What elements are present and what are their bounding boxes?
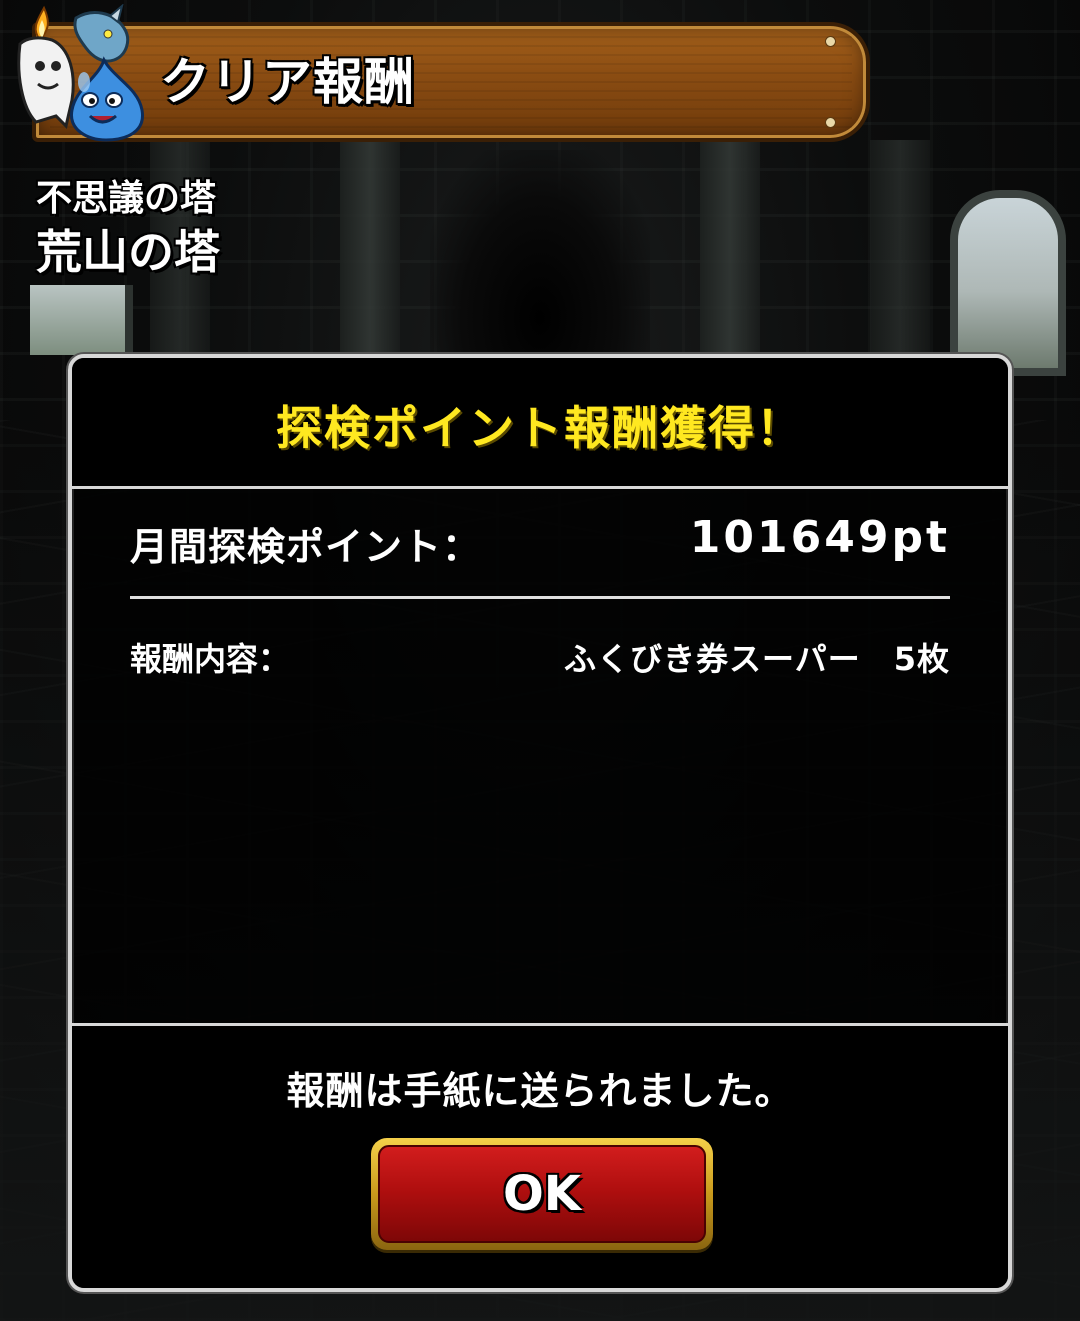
arched-window: [950, 190, 1066, 376]
dialog-title: 探検ポイント報酬獲得！: [276, 401, 804, 455]
wooden-plank: [32, 22, 870, 142]
reward-label: 報酬内容：: [130, 640, 291, 678]
dialog-footer: 報酬は手紙に送られました。 OK: [72, 1023, 1008, 1288]
slime-icon: [70, 56, 144, 142]
points-label: 月間探検ポイント：: [130, 525, 482, 569]
reward-dialog: 探検ポイント報酬獲得！ 月間探検ポイント： 101649pt 報酬内容： ふくび…: [68, 354, 1012, 1292]
stone-pillar: [700, 140, 760, 370]
reward-row: 報酬内容： ふくびき券スーパー 5枚: [130, 634, 950, 684]
divider: [130, 596, 950, 599]
location-label: 不思議の塔 荒山の塔: [36, 175, 220, 281]
reward-value: ふくびき券スーパー 5枚: [564, 640, 950, 678]
nail-icon: [825, 36, 836, 47]
header-banner: クリア報酬: [32, 22, 872, 142]
screen-title: クリア報酬: [160, 53, 415, 111]
ok-button[interactable]: OK: [371, 1138, 713, 1250]
points-value: 101649pt: [689, 512, 950, 563]
game-screen: クリア報酬 不思議の塔 荒山の塔 探検ポイント報酬獲得！ 月間探検ポイント： 1…: [0, 0, 1080, 1321]
character-mascot-icon: [17, 4, 144, 142]
ok-label: OK: [503, 1166, 581, 1222]
ok-button-face[interactable]: OK: [378, 1145, 706, 1243]
location-series: 不思議の塔: [36, 178, 217, 219]
location-name: 荒山の塔: [36, 225, 220, 279]
points-row: 月間探検ポイント： 101649pt: [130, 512, 950, 588]
nail-icon: [825, 117, 836, 128]
stone-pillar: [340, 140, 400, 370]
window-opening: [30, 285, 133, 355]
dungeon-corridor: [430, 150, 650, 360]
stone-pillar: [870, 140, 930, 370]
footer-message: 報酬は手紙に送られました。: [286, 1069, 794, 1113]
dialog-header: 探検ポイント報酬獲得！: [72, 358, 1008, 489]
